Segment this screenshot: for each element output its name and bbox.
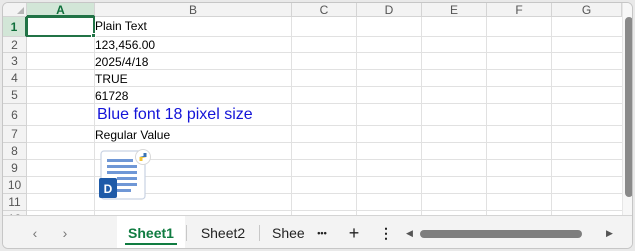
row-header-6[interactable]: 6 [3, 104, 27, 126]
gridline [27, 142, 622, 143]
scroll-right-icon[interactable]: ▶ [606, 226, 613, 240]
next-sheet-icon[interactable]: › [57, 225, 73, 241]
fill-handle[interactable] [91, 33, 96, 38]
tab-sheet1[interactable]: Sheet1 [117, 216, 185, 248]
tab-sheet2[interactable]: Sheet2 [190, 216, 256, 248]
scroll-left-icon[interactable]: ◀ [406, 226, 413, 240]
row-header-2[interactable]: 2 [3, 37, 27, 53]
column-header-e[interactable]: E [422, 3, 487, 17]
column-header-c[interactable]: C [292, 3, 357, 17]
gridline [27, 69, 622, 70]
gridline [27, 125, 622, 126]
active-tab-indicator [125, 243, 177, 245]
gridline [27, 210, 622, 211]
row-header-11[interactable]: 11 [3, 194, 27, 211]
column-header-b[interactable]: B [95, 3, 292, 17]
tab-sheet3[interactable]: Shee [265, 216, 305, 248]
horizontal-scrollbar[interactable]: ◀ ▶ [406, 228, 616, 238]
add-sheet-button[interactable]: + [341, 216, 367, 248]
row-header-9[interactable]: 9 [3, 160, 27, 177]
doc-letter: D [104, 182, 113, 196]
python-document-icon[interactable]: D [97, 147, 153, 203]
column-header-f[interactable]: F [487, 3, 552, 17]
tab-label: Shee [272, 225, 305, 241]
row-header-4[interactable]: 4 [3, 70, 27, 87]
sheet-tab-bar: ‹ › Sheet1 Sheet2 Shee ••• + ⋮ ◀ ▶ [3, 215, 632, 248]
gridline [421, 17, 422, 215]
vertical-scrollbar[interactable] [622, 3, 632, 215]
cell-b6[interactable]: Blue font 18 pixel size [97, 106, 253, 124]
column-header-g[interactable]: G [552, 3, 622, 17]
tab-label: Sheet1 [128, 225, 174, 241]
gridline [27, 52, 622, 53]
cell-b4[interactable]: TRUE [95, 73, 128, 86]
tab-divider [186, 225, 187, 241]
cell-b7[interactable]: Regular Value [95, 129, 170, 142]
row-header-3[interactable]: 3 [3, 53, 27, 70]
sheet-options-icon[interactable]: ⋮ [375, 216, 397, 248]
gridline [27, 103, 622, 104]
gridline [551, 17, 552, 215]
row-header-1[interactable]: 1 [3, 17, 27, 37]
spreadsheet-window: A B C D E F G 1 2 3 4 5 6 7 8 9 10 11 12 [2, 2, 633, 249]
gridline [27, 36, 622, 37]
row-header-7[interactable]: 7 [3, 126, 27, 143]
cell-b3[interactable]: 2025/4/18 [95, 56, 148, 69]
row-header-5[interactable]: 5 [3, 87, 27, 104]
horizontal-scroll-thumb[interactable] [420, 230, 582, 238]
vertical-scroll-thumb[interactable] [625, 17, 632, 197]
cell-b5[interactable]: 61728 [95, 90, 128, 103]
worksheet-grid[interactable]: A B C D E F G 1 2 3 4 5 6 7 8 9 10 11 12 [3, 3, 632, 215]
gridline [291, 17, 292, 215]
row-header-10[interactable]: 10 [3, 177, 27, 194]
select-all-button[interactable] [3, 3, 27, 17]
column-header-d[interactable]: D [357, 3, 422, 17]
tab-divider [259, 225, 260, 241]
column-header-a[interactable]: A [27, 3, 95, 17]
active-cell-a1[interactable] [26, 16, 95, 37]
gridline [356, 17, 357, 215]
cell-b1[interactable]: Plain Text [95, 20, 147, 33]
tab-label: Sheet2 [200, 225, 246, 241]
gridline [27, 86, 622, 87]
cell-b2[interactable]: 123,456.00 [95, 39, 155, 52]
row-header-8[interactable]: 8 [3, 143, 27, 160]
prev-sheet-icon[interactable]: ‹ [27, 225, 43, 241]
gridline [486, 17, 487, 215]
more-sheets-button[interactable]: ••• [310, 216, 334, 248]
